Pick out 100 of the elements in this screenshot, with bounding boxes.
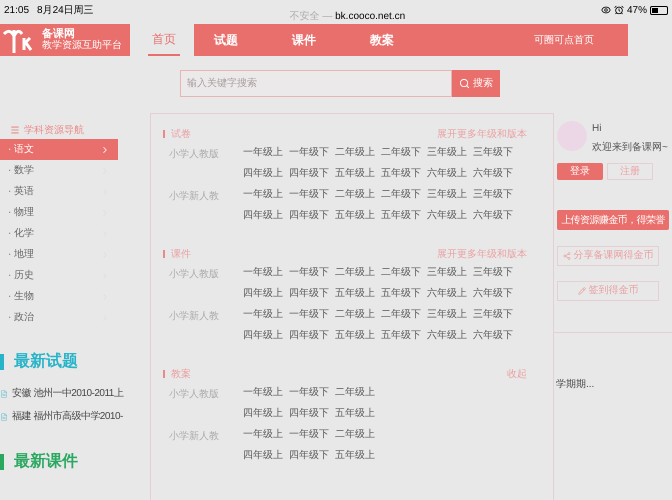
grade-link[interactable]: 五年级下 <box>381 208 427 223</box>
grade-link[interactable]: 五年级上 <box>335 328 381 343</box>
grade-link[interactable]: 一年级上 <box>243 385 289 400</box>
grade-link[interactable]: 五年级下 <box>381 166 427 181</box>
section-heading: 最新课件 <box>14 451 78 472</box>
edition-label: 小学新人教 <box>169 430 219 442</box>
welcome-text: 欢迎来到备课网~ <box>592 140 668 155</box>
grade-link[interactable]: 三年级上 <box>427 187 473 202</box>
grade-link[interactable]: 一年级下 <box>289 265 335 280</box>
subject-item[interactable]: · 生物 <box>0 286 118 307</box>
grade-link[interactable]: 二年级上 <box>335 145 381 160</box>
logo-title: 备课网 <box>42 28 76 40</box>
alarm-icon <box>614 5 624 15</box>
grade-link[interactable]: 四年级下 <box>289 406 335 421</box>
grade-link[interactable]: 三年级下 <box>473 145 519 160</box>
grade-link[interactable]: 四年级上 <box>243 448 289 463</box>
section-heading: 最新试题 <box>14 351 78 372</box>
grade-link[interactable]: 一年级上 <box>243 187 289 202</box>
grade-link[interactable]: 一年级上 <box>243 265 289 280</box>
grade-link[interactable]: 五年级上 <box>335 448 381 463</box>
subject-item[interactable]: · 化学 <box>0 223 118 244</box>
logo-subtitle: 教学资源互助平台 <box>42 40 122 52</box>
grade-link[interactable]: 四年级下 <box>289 166 335 181</box>
menu-icon <box>10 125 20 135</box>
grade-link[interactable]: 六年级下 <box>473 166 519 181</box>
grade-link[interactable]: 五年级上 <box>335 286 381 301</box>
edition-label: 小学新人教 <box>169 190 219 202</box>
grade-link[interactable]: 二年级上 <box>335 265 381 280</box>
edition-label: 小学人教版 <box>169 268 219 280</box>
grade-link[interactable]: 四年级上 <box>243 166 289 181</box>
battery-icon <box>650 6 668 14</box>
edition-label: 小学人教版 <box>169 388 219 400</box>
grade-link[interactable]: 三年级下 <box>473 307 519 322</box>
grade-link[interactable]: 二年级上 <box>335 385 381 400</box>
grade-link[interactable]: 一年级下 <box>289 187 335 202</box>
subject-item[interactable]: · 英语 <box>0 181 118 202</box>
grade-link[interactable]: 六年级下 <box>473 286 519 301</box>
grade-link[interactable]: 六年级上 <box>427 166 473 181</box>
grade-link[interactable]: 三年级上 <box>427 307 473 322</box>
grade-link[interactable]: 四年级上 <box>243 286 289 301</box>
grade-link[interactable]: 五年级上 <box>335 166 381 181</box>
grade-link[interactable]: 四年级下 <box>289 328 335 343</box>
grade-link[interactable]: 四年级上 <box>243 406 289 421</box>
pencil-icon <box>578 286 586 294</box>
subject-item[interactable]: · 数学 <box>0 160 118 181</box>
subject-item[interactable]: · 历史 <box>0 265 118 286</box>
grade-link[interactable]: 二年级上 <box>335 307 381 322</box>
grade-link[interactable]: 五年级上 <box>335 208 381 223</box>
grade-link[interactable]: 四年级下 <box>289 448 335 463</box>
grade-link[interactable]: 二年级下 <box>381 307 427 322</box>
grade-link[interactable]: 一年级下 <box>289 145 335 160</box>
grade-link[interactable]: 四年级上 <box>243 208 289 223</box>
grade-link[interactable]: 一年级上 <box>243 307 289 322</box>
subject-item[interactable]: · 政治 <box>0 307 118 328</box>
grade-link[interactable]: 五年级上 <box>335 406 381 421</box>
status-date: 8月24日周三 <box>37 4 94 18</box>
status-time: 21:05 <box>4 4 30 18</box>
greeting-text: Hi <box>592 122 602 136</box>
grade-link[interactable]: 五年级下 <box>381 328 427 343</box>
grade-link[interactable]: 六年级下 <box>473 328 519 343</box>
note-text: 学期期... <box>556 378 596 392</box>
exam-link[interactable]: 安徽 池州一中2010-2011上 <box>12 386 124 401</box>
edition-label: 小学人教版 <box>169 148 219 160</box>
url-text[interactable]: 不安全 — bk.cooco.net.cn <box>290 8 406 24</box>
privacy-icon <box>600 5 611 15</box>
sidebar-title: 学科资源导航 <box>24 124 84 138</box>
grade-link[interactable]: 四年级上 <box>243 328 289 343</box>
battery-percent: 47% <box>626 4 647 18</box>
grade-link[interactable]: 六年级上 <box>427 328 473 343</box>
grade-link[interactable]: 五年级下 <box>381 286 427 301</box>
grade-link[interactable]: 一年级下 <box>289 307 335 322</box>
grade-link[interactable]: 一年级上 <box>243 145 289 160</box>
grade-link[interactable]: 三年级下 <box>473 265 519 280</box>
grade-link[interactable]: 一年级下 <box>289 427 335 442</box>
document-icon <box>0 390 8 398</box>
grade-link[interactable]: 二年级下 <box>381 145 427 160</box>
grade-link[interactable]: 一年级上 <box>243 427 289 442</box>
share-icon <box>562 252 570 260</box>
document-icon <box>0 412 8 420</box>
section-title: 试卷 <box>171 128 191 142</box>
subject-item[interactable]: · 物理 <box>0 202 118 223</box>
grade-link[interactable]: 二年级下 <box>381 265 427 280</box>
section-title: 课件 <box>171 248 191 262</box>
grade-link[interactable]: 二年级上 <box>335 187 381 202</box>
grade-link[interactable]: 三年级上 <box>427 265 473 280</box>
search-field[interactable]: 输入关键字搜索 <box>180 70 452 97</box>
grade-link[interactable]: 二年级下 <box>381 187 427 202</box>
grade-link[interactable]: 三年级上 <box>427 145 473 160</box>
grade-link[interactable]: 一年级下 <box>289 385 335 400</box>
grade-link[interactable]: 三年级下 <box>473 187 519 202</box>
grade-link[interactable]: 四年级下 <box>289 208 335 223</box>
section-title: 教案 <box>171 368 191 382</box>
grade-link[interactable]: 六年级上 <box>427 286 473 301</box>
grade-link[interactable]: 六年级上 <box>427 208 473 223</box>
search-icon <box>459 78 470 89</box>
grade-link[interactable]: 六年级下 <box>473 208 519 223</box>
grade-link[interactable]: 四年级下 <box>289 286 335 301</box>
exam-link[interactable]: 福建 福州市高级中学2010- <box>12 409 123 424</box>
grade-link[interactable]: 二年级上 <box>335 427 381 442</box>
subject-item[interactable]: · 地理 <box>0 244 118 265</box>
